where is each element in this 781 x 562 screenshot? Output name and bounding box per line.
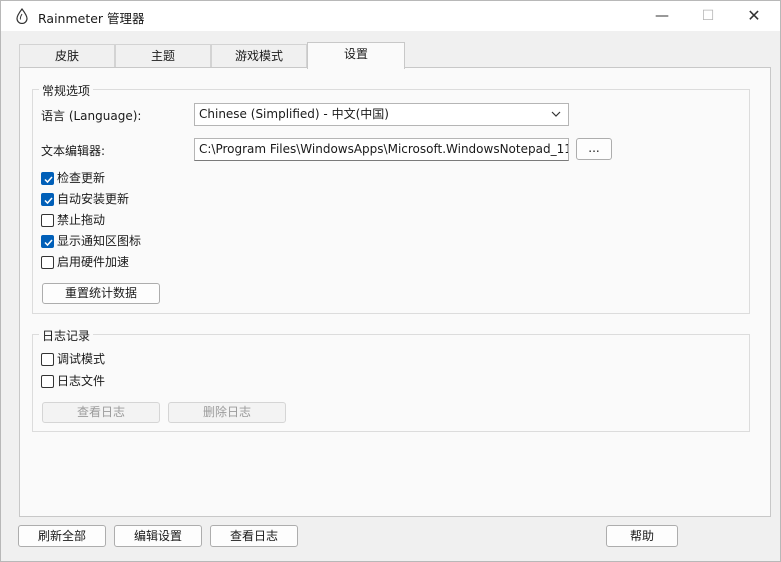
logging-group-label: 日志记录 [39, 327, 94, 344]
auto-install-updates-checkbox[interactable]: 自动安装更新 [41, 192, 181, 208]
tab-settings[interactable]: 设置 [307, 42, 405, 69]
maximize-button[interactable]: ☐ [685, 1, 731, 31]
language-select-value: Chinese (Simplified) - 中文(中国) [199, 107, 389, 121]
debug-mode-checkbox[interactable]: 调试模式 [41, 352, 161, 368]
refresh-all-button[interactable]: 刷新全部 [18, 525, 106, 547]
check-updates-checkbox[interactable]: 检查更新 [41, 171, 181, 187]
logging-group: 日志记录 调试模式 日志文件 查看日志 删除日志 [32, 327, 750, 432]
general-options-group: 常规选项 语言 (Language): Chinese (Simplified)… [32, 82, 750, 314]
close-button[interactable]: ✕ [731, 1, 777, 31]
language-label: 语言 (Language): [41, 109, 142, 123]
view-log-button[interactable]: 查看日志 [42, 402, 160, 423]
edit-settings-button[interactable]: 编辑设置 [114, 525, 202, 547]
checkbox-checked-icon [41, 235, 54, 248]
open-log-button[interactable]: 查看日志 [210, 525, 298, 547]
checkbox-unchecked-icon [41, 375, 54, 388]
browse-editor-button[interactable]: ... [576, 138, 612, 160]
rainmeter-drop-icon [16, 8, 28, 24]
checkbox-checked-icon [41, 172, 54, 185]
disable-dragging-checkbox[interactable]: 禁止拖动 [41, 213, 181, 229]
reset-statistics-button[interactable]: 重置统计数据 [42, 283, 160, 304]
hardware-acceleration-checkbox[interactable]: 启用硬件加速 [41, 255, 181, 271]
delete-log-button[interactable]: 删除日志 [168, 402, 286, 423]
tab-bar: 皮肤 主题 游戏模式 设置 [19, 42, 771, 69]
minimize-button[interactable]: — [639, 1, 685, 31]
tab-game-mode[interactable]: 游戏模式 [211, 44, 307, 68]
help-button[interactable]: 帮助 [606, 525, 678, 547]
tab-skins[interactable]: 皮肤 [19, 44, 115, 68]
text-editor-input[interactable]: C:\Program Files\WindowsApps\Microsoft.W… [194, 138, 569, 161]
checkbox-checked-icon [41, 193, 54, 206]
checkbox-unchecked-icon [41, 256, 54, 269]
text-editor-label: 文本编辑器: [41, 144, 106, 158]
log-file-checkbox[interactable]: 日志文件 [41, 374, 161, 390]
tab-themes[interactable]: 主题 [115, 44, 211, 68]
checkbox-unchecked-icon [41, 214, 54, 227]
rainmeter-manager-window: Rainmeter 管理器 — ☐ ✕ 皮肤 主题 游戏模式 设置 常规选项 语… [0, 0, 781, 562]
show-tray-icon-checkbox[interactable]: 显示通知区图标 [41, 234, 181, 250]
language-select[interactable]: Chinese (Simplified) - 中文(中国) [194, 103, 569, 126]
chevron-down-icon [551, 111, 561, 117]
window-title: Rainmeter 管理器 [38, 11, 145, 26]
settings-panel: 常规选项 语言 (Language): Chinese (Simplified)… [19, 67, 771, 517]
checkbox-unchecked-icon [41, 353, 54, 366]
title-bar[interactable]: Rainmeter 管理器 — ☐ ✕ [1, 1, 780, 31]
general-group-label: 常规选项 [39, 82, 94, 99]
